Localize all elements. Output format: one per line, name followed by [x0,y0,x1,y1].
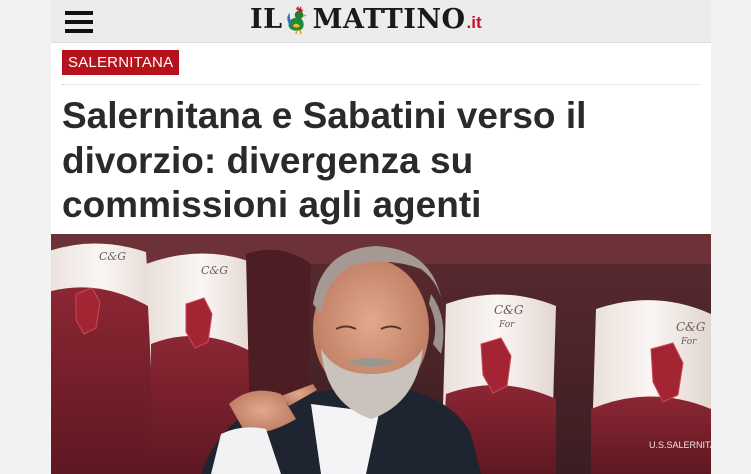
seat-label: C&G [201,264,228,277]
top-bar: IL MATTINO .it [51,0,711,43]
seat-label: For [498,320,515,330]
seat-label: For [680,337,697,347]
hero-image[interactable]: C&G C&G C&G For C&G For U.S.SALERNITANA … [51,234,711,474]
section-tag[interactable]: SALERNITANA [62,50,180,75]
article-page: IL MATTINO .it SALERNITANA Salernitana e… [51,0,711,474]
logo-text-mattino: MATTINO [312,4,466,35]
menu-bar [65,29,93,33]
article-headline: Salernitana e Sabatini verso il divorzio… [62,95,587,225]
hero-photo: C&G C&G C&G For C&G For U.S.SALERNITANA … [51,234,711,474]
site-logo[interactable]: IL MATTINO .it [250,2,482,38]
hamburger-menu-icon[interactable] [65,10,95,34]
seat-label: C&G [676,320,706,334]
menu-bar [65,11,93,15]
logo-tld: .it [466,13,482,32]
rooster-icon [286,6,307,35]
divider [62,84,700,85]
menu-bar [65,20,93,24]
logo-text-il: IL [250,4,283,35]
seat-label: C&G [99,250,126,263]
seat-label: U.S.SALERNITANA 1919 [649,440,711,450]
seat-label: C&G [494,303,524,317]
